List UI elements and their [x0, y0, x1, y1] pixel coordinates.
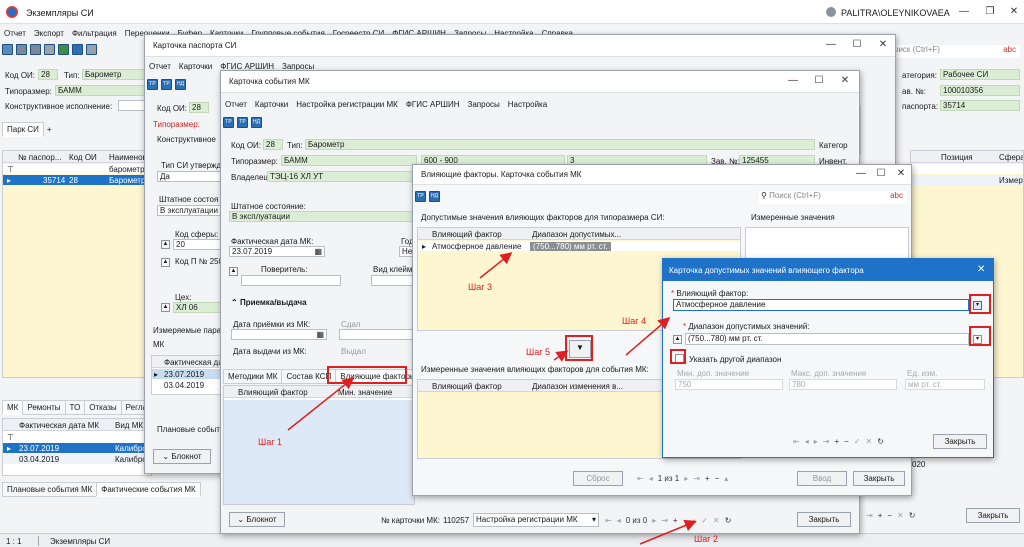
step1-arrow	[287, 377, 355, 431]
step1-label: Шаг 1	[258, 437, 283, 447]
step4-range-highlight	[969, 326, 991, 346]
step2-arrow	[639, 519, 697, 545]
step5-highlight	[565, 335, 593, 361]
step4-checkbox-highlight	[670, 349, 686, 364]
step3-arrow	[479, 252, 513, 279]
step1-highlight	[327, 366, 407, 384]
step4-factor-highlight	[969, 294, 991, 314]
step4-label: Шаг 4	[622, 316, 647, 326]
annotation-arrows	[287, 252, 697, 545]
step2-label: Шаг 2	[694, 534, 719, 544]
step3-label: Шаг 3	[468, 282, 493, 292]
step5-label: Шаг 5	[526, 347, 551, 357]
